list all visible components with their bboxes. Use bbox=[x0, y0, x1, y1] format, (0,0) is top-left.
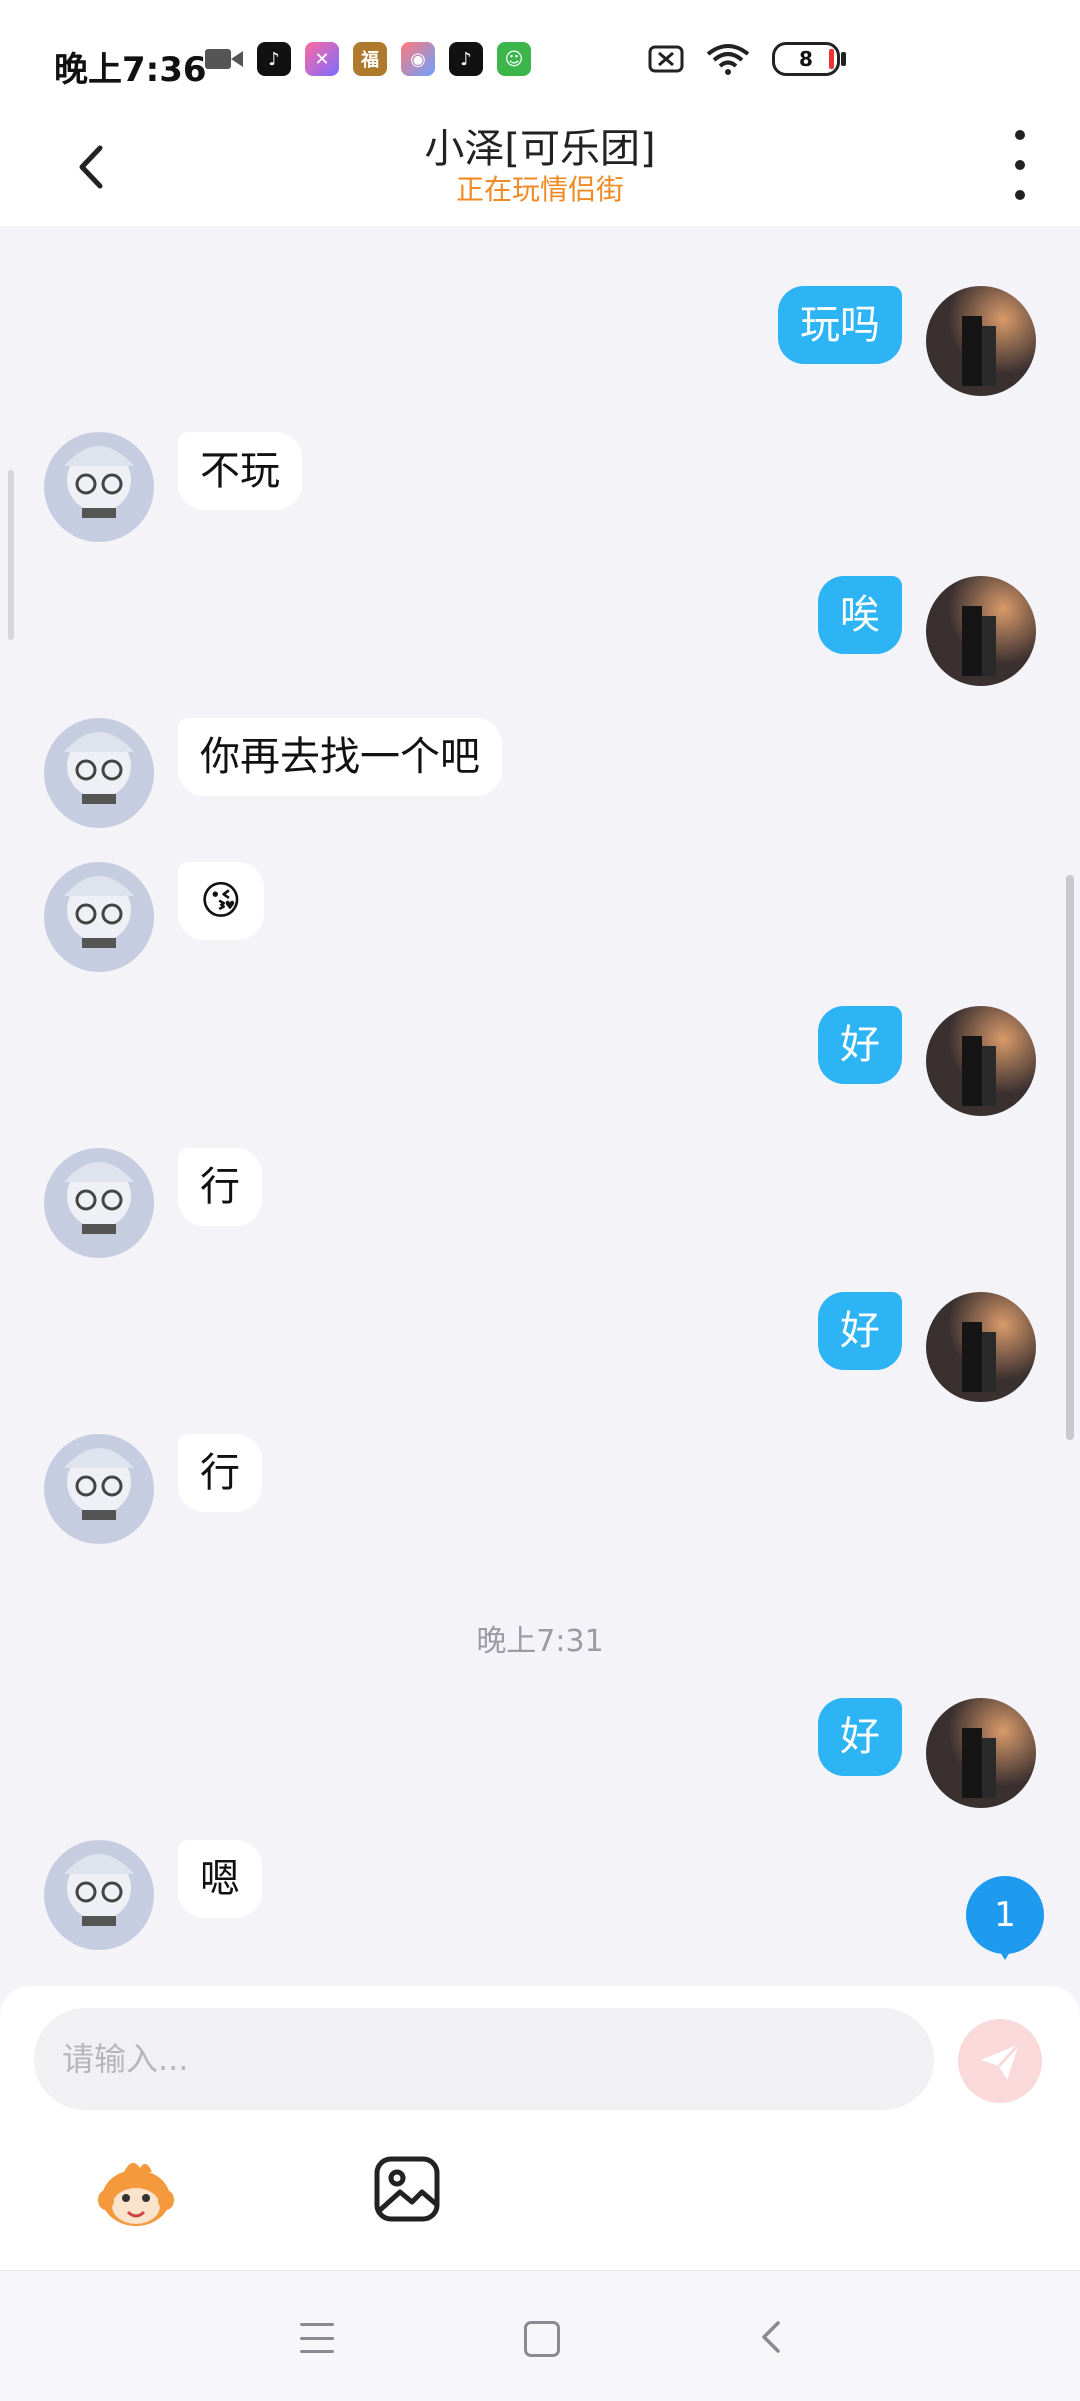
message-timestamp: 晚上7:31 bbox=[476, 1624, 604, 1659]
message-bubble[interactable]: 唉 bbox=[818, 576, 902, 654]
battery-indicator: 8 bbox=[772, 42, 846, 76]
scrollbar[interactable] bbox=[1066, 875, 1074, 1440]
message-bubble[interactable]: 好 bbox=[818, 1698, 902, 1776]
message-bubble[interactable]: 好 bbox=[818, 1006, 902, 1084]
my-avatar[interactable] bbox=[926, 576, 1036, 686]
contact-avatar[interactable] bbox=[44, 718, 154, 828]
message-bubble[interactable]: 不玩 bbox=[178, 432, 302, 510]
app-icon: ✕ bbox=[305, 42, 339, 76]
send-button[interactable] bbox=[958, 2019, 1042, 2103]
message-bubble[interactable]: 玩吗 bbox=[778, 286, 902, 364]
message-list[interactable]: 玩吗 不玩 唉 你再去找一个吧 😘 好 行 好 行 晚上7:31 好 嗯 bbox=[0, 226, 1080, 1986]
recent-apps-button[interactable] bbox=[300, 2323, 334, 2353]
input-panel bbox=[0, 1986, 1080, 2270]
message-bubble[interactable]: 你再去找一个吧 bbox=[178, 718, 502, 796]
video-icon bbox=[205, 49, 243, 69]
emoji-sticker-icon[interactable] bbox=[96, 2154, 176, 2234]
message-row: 嗯 bbox=[44, 1840, 286, 1950]
contact-avatar[interactable] bbox=[44, 1148, 154, 1258]
more-options-button[interactable] bbox=[1008, 130, 1032, 200]
sim-off-icon bbox=[648, 45, 684, 73]
message-bubble[interactable]: 行 bbox=[178, 1434, 262, 1512]
unread-count-badge[interactable]: 1 bbox=[966, 1876, 1044, 1960]
message-row: 行 bbox=[44, 1148, 286, 1258]
message-row: 不玩 bbox=[44, 432, 326, 542]
send-icon bbox=[981, 2042, 1021, 2080]
app-icon: 福 bbox=[353, 42, 387, 76]
battery-level: 8 bbox=[799, 47, 813, 71]
message-bubble[interactable]: 好 bbox=[818, 1292, 902, 1370]
status-system-icons: 8 bbox=[648, 42, 846, 76]
contact-avatar[interactable] bbox=[44, 432, 154, 542]
chat-subtitle: 正在玩情侣街 bbox=[455, 173, 624, 206]
system-navigation-bar bbox=[0, 2270, 1080, 2401]
contact-avatar[interactable] bbox=[44, 1840, 154, 1950]
my-avatar[interactable] bbox=[926, 1698, 1036, 1808]
message-row: 好 bbox=[794, 1006, 1036, 1116]
my-avatar[interactable] bbox=[926, 286, 1036, 396]
android-icon: ☺ bbox=[497, 42, 531, 76]
contact-avatar[interactable] bbox=[44, 1434, 154, 1544]
my-avatar[interactable] bbox=[926, 1292, 1036, 1402]
status-time: 晚上7:36 bbox=[54, 50, 207, 90]
game-icon: ◉ bbox=[401, 42, 435, 76]
system-back-button[interactable] bbox=[752, 2317, 792, 2357]
message-bubble[interactable]: 😘 bbox=[178, 862, 264, 940]
home-button[interactable] bbox=[524, 2321, 560, 2357]
status-app-icons: ♪ ✕ 福 ◉ ♪ ☺ bbox=[205, 42, 531, 76]
my-avatar[interactable] bbox=[926, 1006, 1036, 1116]
message-row: 好 bbox=[794, 1698, 1036, 1808]
tiktok-icon: ♪ bbox=[257, 42, 291, 76]
message-input[interactable] bbox=[34, 2008, 934, 2110]
message-bubble[interactable]: 嗯 bbox=[178, 1840, 262, 1918]
message-row: 你再去找一个吧 bbox=[44, 718, 526, 828]
chat-title: 小泽[可乐团] bbox=[424, 126, 656, 172]
message-bubble[interactable]: 行 bbox=[178, 1148, 262, 1226]
message-row: 行 bbox=[44, 1434, 286, 1544]
tiktok-icon: ♪ bbox=[449, 42, 483, 76]
contact-avatar[interactable] bbox=[44, 862, 154, 972]
image-picker-icon[interactable] bbox=[372, 2154, 442, 2224]
scroll-indicator bbox=[8, 470, 14, 640]
message-row: 好 bbox=[794, 1292, 1036, 1402]
message-row: 玩吗 bbox=[754, 286, 1036, 396]
status-bar: 晚上7:36 ♪ ✕ 福 ◉ ♪ ☺ 8 bbox=[0, 0, 1080, 120]
chat-header: 小泽[可乐团] 正在玩情侣街 bbox=[0, 110, 1080, 226]
message-row: 唉 bbox=[794, 576, 1036, 686]
wifi-icon bbox=[706, 44, 750, 75]
message-row: 😘 bbox=[44, 862, 288, 972]
